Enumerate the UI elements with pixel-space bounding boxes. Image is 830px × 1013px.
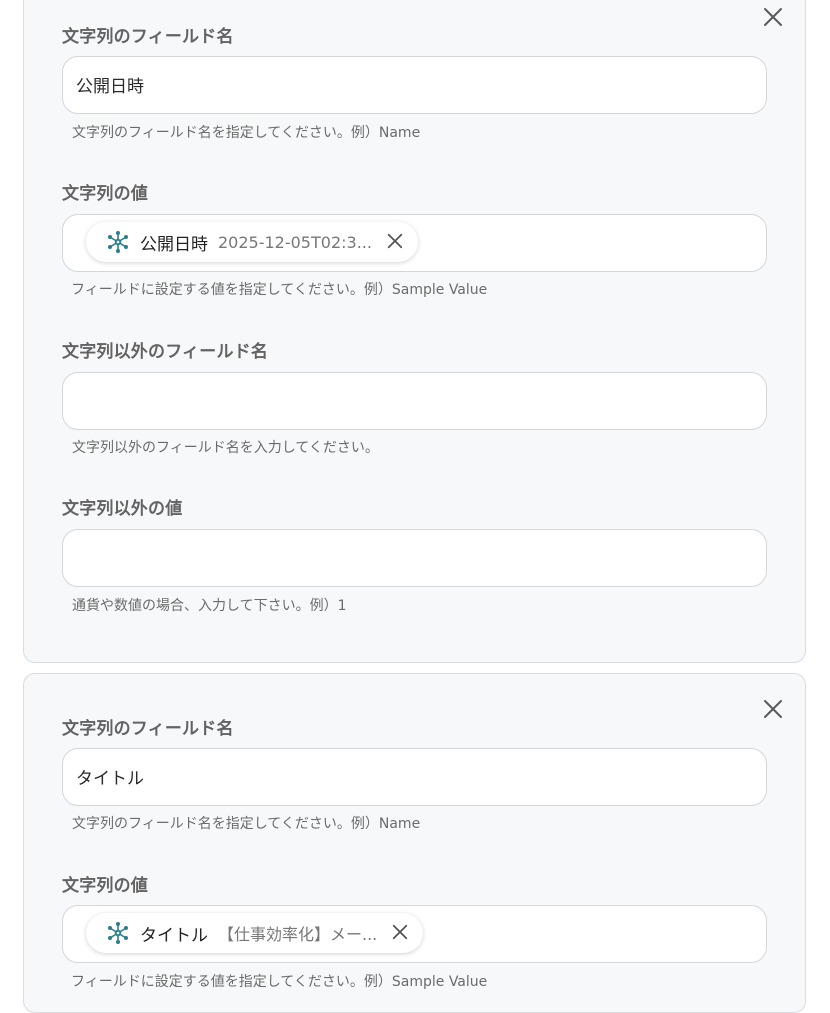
- string-value-help: フィールドに設定する値を指定してください。例）Sample Value: [71, 974, 488, 990]
- field-mapping-card: 文字列のフィールド名 タイトル 文字列のフィールド名を指定してください。例）Na…: [23, 673, 806, 1013]
- non-string-value-help: 通貨や数値の場合、入力して下さい。例）1: [72, 598, 347, 614]
- non-string-field-name-help: 文字列以外のフィールド名を入力してください。: [72, 440, 379, 456]
- non-string-value-input[interactable]: [62, 529, 767, 587]
- variable-chip[interactable]: 公開日時 2025-12-05T02:3...: [86, 222, 418, 262]
- field-mapping-card: 文字列のフィールド名 公開日時 文字列のフィールド名を指定してください。例）Na…: [23, 0, 806, 663]
- remove-chip-button[interactable]: [391, 923, 411, 943]
- remove-card-button[interactable]: [760, 4, 786, 30]
- string-field-name-label: 文字列のフィールド名: [62, 719, 234, 739]
- chip-name: タイトル: [140, 925, 208, 946]
- string-field-name-help: 文字列のフィールド名を指定してください。例）Name: [72, 125, 421, 141]
- string-field-name-value: タイトル: [76, 769, 144, 789]
- string-value-label: 文字列の値: [62, 876, 148, 896]
- string-value-input[interactable]: 公開日時 2025-12-05T02:3...: [62, 214, 767, 272]
- close-icon: [764, 8, 782, 26]
- network-node-icon: [106, 921, 130, 945]
- string-value-input[interactable]: タイトル 【仕事効率化】メー...: [62, 905, 767, 963]
- string-value-label: 文字列の値: [62, 184, 148, 204]
- non-string-field-name-label: 文字列以外のフィールド名: [62, 342, 269, 362]
- string-value-help: フィールドに設定する値を指定してください。例）Sample Value: [71, 282, 488, 298]
- string-field-name-value: 公開日時: [76, 77, 144, 97]
- string-field-name-input[interactable]: 公開日時: [62, 56, 767, 114]
- non-string-field-name-input[interactable]: [62, 372, 767, 430]
- chip-value: 2025-12-05T02:3...: [218, 232, 372, 252]
- network-node-icon: [106, 230, 130, 254]
- remove-chip-button[interactable]: [386, 232, 406, 252]
- close-icon: [387, 233, 403, 249]
- string-field-name-input[interactable]: タイトル: [62, 748, 767, 806]
- chip-name: 公開日時: [140, 234, 208, 255]
- variable-chip[interactable]: タイトル 【仕事効率化】メー...: [86, 913, 424, 953]
- close-icon: [393, 924, 408, 940]
- string-field-name-help: 文字列のフィールド名を指定してください。例）Name: [72, 816, 421, 832]
- close-icon: [764, 700, 782, 718]
- chip-value: 【仕事効率化】メー...: [218, 925, 378, 944]
- remove-card-button[interactable]: [760, 696, 786, 722]
- non-string-value-label: 文字列以外の値: [62, 499, 183, 519]
- string-field-name-label: 文字列のフィールド名: [62, 27, 234, 47]
